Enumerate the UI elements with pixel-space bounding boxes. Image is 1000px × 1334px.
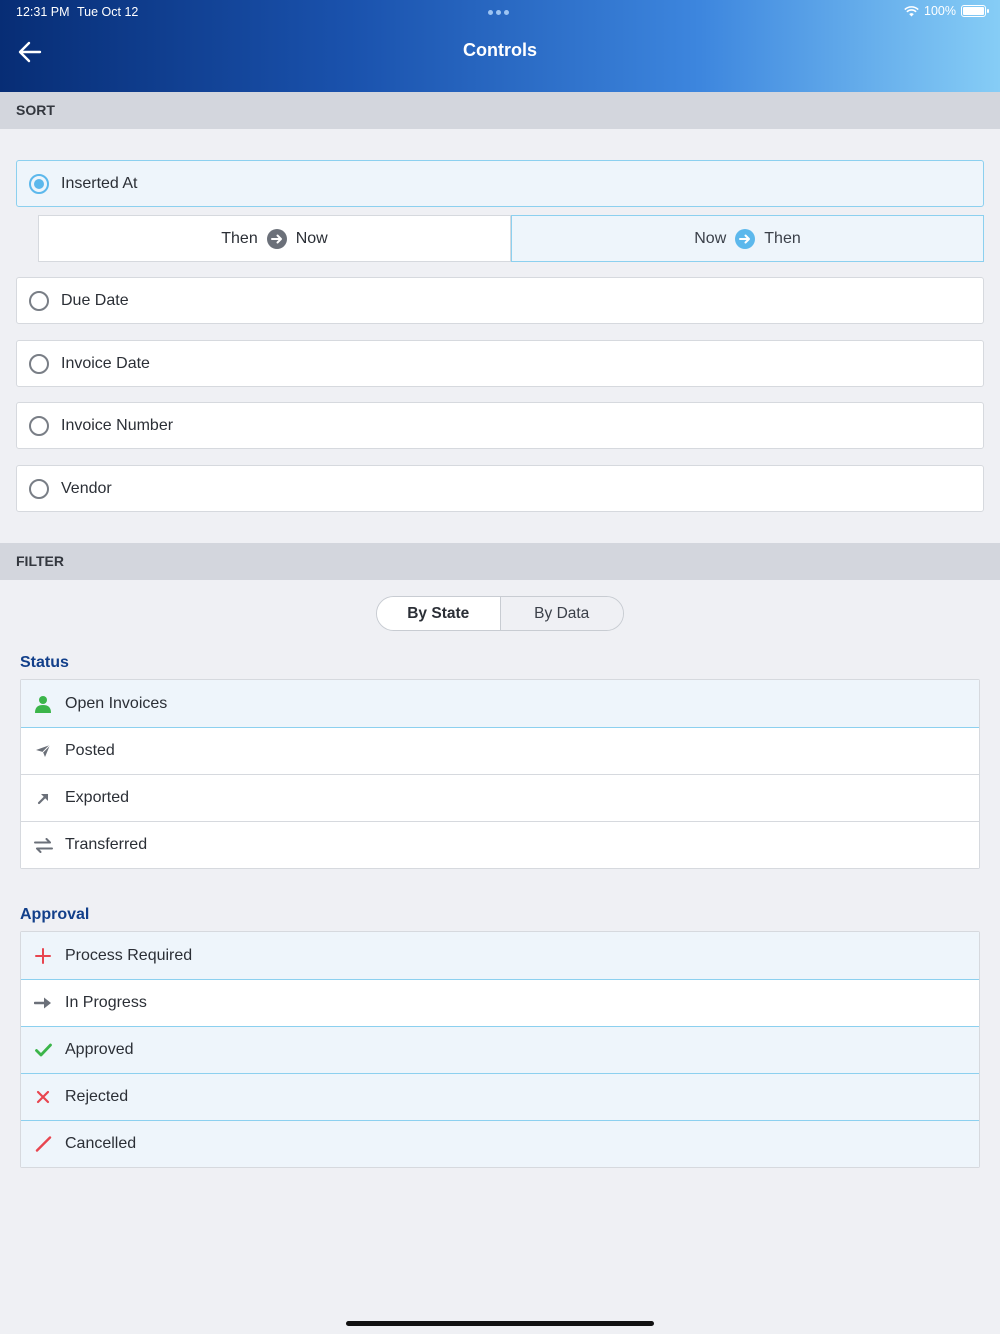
filter-item-label: Posted: [65, 742, 115, 759]
page-title: Controls: [463, 40, 537, 60]
filter-item-label: Process Required: [65, 946, 193, 964]
sort-option-label: Invoice Date: [61, 354, 150, 372]
filter-item-exported[interactable]: Exported: [21, 774, 979, 821]
sort-option-inserted-at[interactable]: Inserted At: [16, 160, 984, 207]
filter-item-process-required[interactable]: Process Required: [21, 932, 979, 979]
wifi-icon: [904, 5, 919, 16]
order-from-label: Now: [694, 229, 727, 247]
filter-item-label: Open Invoices: [65, 694, 168, 712]
order-ascending-button[interactable]: Then Now: [38, 215, 511, 262]
order-to-label: Then: [764, 229, 801, 247]
sort-option-due-date[interactable]: Due Date: [16, 277, 984, 324]
radio-selected-icon: [29, 173, 49, 194]
multitasking-dots-icon[interactable]: [488, 10, 509, 15]
sort-option-invoice-date[interactable]: Invoice Date: [16, 340, 984, 387]
tab-by-data[interactable]: By Data: [500, 597, 623, 630]
sort-option-label: Vendor: [61, 479, 112, 497]
nav-header: 12:31 PM Tue Oct 12 100% Controls: [0, 0, 1000, 92]
filter-item-label: Cancelled: [65, 1135, 137, 1152]
person-icon: [21, 695, 65, 713]
approval-group-title: Approval: [20, 906, 90, 923]
paper-plane-icon: [21, 744, 65, 758]
order-descending-button[interactable]: Now Then: [511, 215, 984, 262]
filter-item-posted[interactable]: Posted: [21, 727, 979, 774]
sort-option-invoice-number[interactable]: Invoice Number: [16, 402, 984, 449]
radio-unselected-icon: [29, 353, 49, 374]
battery-icon: [961, 5, 989, 17]
status-group-title: Status: [20, 654, 69, 671]
filter-item-transferred[interactable]: Transferred: [21, 821, 979, 868]
status-indicators: 100%: [904, 4, 989, 18]
battery-percent: 100%: [924, 4, 956, 18]
tab-by-state[interactable]: By State: [377, 597, 501, 630]
filter-item-in-progress[interactable]: In Progress: [21, 979, 979, 1026]
arrow-up-right-icon: [21, 792, 65, 805]
radio-unselected-icon: [29, 415, 49, 436]
radio-unselected-icon: [29, 290, 49, 311]
filter-item-label: Rejected: [65, 1088, 129, 1105]
sort-option-label: Due Date: [61, 291, 129, 309]
arrow-right-icon: [21, 996, 65, 1010]
home-indicator[interactable]: [346, 1321, 654, 1326]
filter-item-approved[interactable]: Approved: [21, 1026, 979, 1073]
approval-filter-list: Process Required In Progress Approved Re…: [20, 931, 980, 1168]
arrow-circle-right-icon: [266, 228, 287, 249]
status-date: Tue Oct 12: [77, 5, 139, 19]
sort-section-header: SORT: [0, 92, 1000, 129]
filter-item-label: Approved: [65, 1041, 134, 1058]
filter-item-rejected[interactable]: Rejected: [21, 1073, 979, 1120]
filter-section-header: FILTER: [0, 543, 1000, 580]
plus-icon: [21, 947, 65, 964]
filter-item-label: In Progress: [65, 994, 147, 1011]
filter-item-label: Exported: [65, 789, 130, 806]
arrow-circle-right-icon: [735, 228, 756, 249]
filter-item-open-invoices[interactable]: Open Invoices: [21, 680, 979, 727]
sort-option-label: Invoice Number: [61, 416, 174, 434]
slash-icon: [21, 1136, 65, 1152]
sort-option-label: Inserted At: [61, 174, 138, 192]
checkmark-icon: [21, 1043, 65, 1057]
radio-unselected-icon: [29, 478, 49, 499]
filter-mode-segmented-control: By State By Data: [376, 596, 624, 631]
order-from-label: Then: [221, 229, 258, 247]
swap-arrows-icon: [21, 837, 65, 853]
filter-item-cancelled[interactable]: Cancelled: [21, 1120, 979, 1167]
x-icon: [21, 1090, 65, 1104]
sort-option-vendor[interactable]: Vendor: [16, 465, 984, 512]
status-time: 12:31 PM: [16, 5, 70, 19]
sort-order-toggle: Then Now Now Then: [38, 215, 984, 262]
order-to-label: Now: [295, 229, 328, 247]
status-filter-list: Open Invoices Posted Exported Transferre…: [20, 679, 980, 869]
filter-item-label: Transferred: [65, 836, 148, 853]
